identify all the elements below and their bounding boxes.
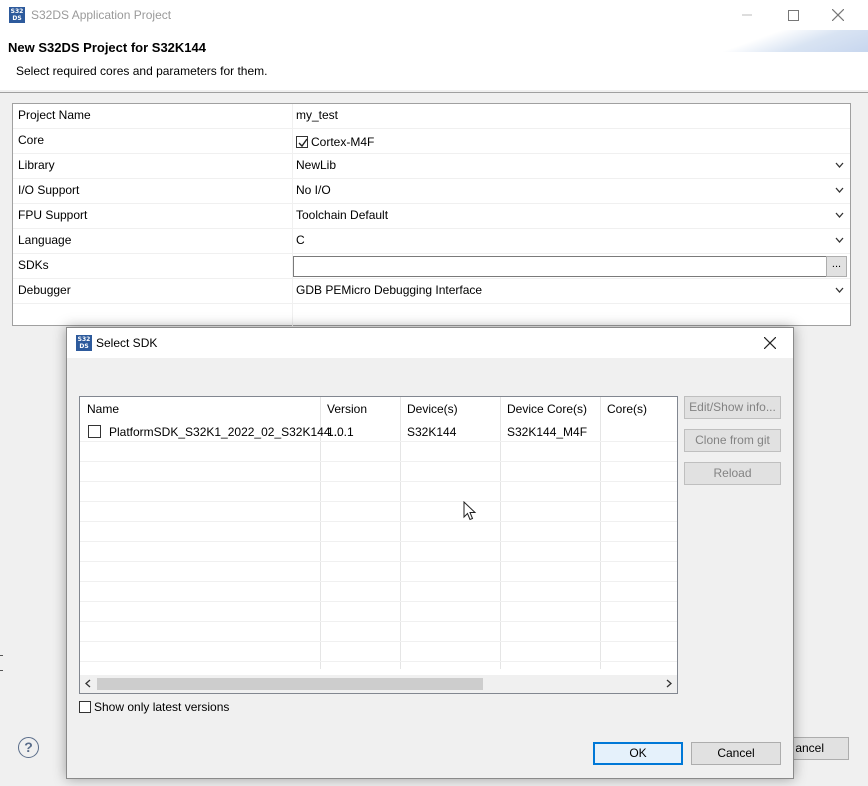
wizard-title: New S32DS Project for S32K144 (8, 40, 206, 55)
property-label: I/O Support (18, 183, 80, 197)
close-button[interactable] (815, 0, 861, 30)
cancel-button[interactable]: Cancel (691, 742, 781, 765)
sdk-version-cell: 1.0.1 (327, 425, 354, 439)
sdk-table[interactable]: Name Version Device(s) Device Core(s) Co… (79, 396, 678, 694)
wizard-subtitle: Select required cores and parameters for… (16, 64, 268, 78)
column-header-cores[interactable]: Core(s) (607, 402, 647, 416)
property-row-io-support[interactable]: I/O Support No I/O (13, 179, 850, 204)
project-properties-table: Project Name my_test Core Cortex-M4F Lib… (12, 103, 851, 329)
minimize-icon (742, 14, 752, 16)
property-row-fpu-support[interactable]: FPU Support Toolchain Default (13, 204, 850, 229)
io-support-select[interactable]: No I/O (296, 183, 331, 197)
sdk-name-cell: PlatformSDK_S32K1_2022_02_S32K144... (109, 425, 341, 439)
show-latest-checkbox[interactable] (79, 701, 91, 713)
chevron-down-icon[interactable] (835, 287, 844, 293)
property-row-debugger[interactable]: Debugger GDB PEMicro Debugging Interface (13, 279, 850, 304)
core-checkbox-box[interactable] (296, 136, 308, 148)
clone-from-git-button[interactable]: Clone from git (684, 429, 781, 452)
window-titlebar: S32 DS S32DS Application Project (0, 0, 868, 30)
project-name-value[interactable]: my_test (296, 108, 338, 122)
maximize-icon (787, 9, 799, 21)
core-checkbox[interactable]: Cortex-M4F (296, 135, 374, 149)
select-sdk-dialog: S32 DS Select SDK Name Version Device(s)… (66, 327, 794, 779)
help-icon[interactable]: ? (18, 737, 39, 758)
dialog-title: Select SDK (96, 336, 158, 350)
header-banner-art (718, 30, 868, 52)
close-icon (764, 337, 776, 349)
property-row-sdks[interactable]: SDKs ... (13, 254, 850, 279)
chevron-down-icon[interactable] (835, 162, 844, 168)
scroll-left-icon[interactable] (85, 679, 91, 688)
chevron-down-icon[interactable] (835, 237, 844, 243)
s32ds-logo-icon: S32 DS (76, 335, 92, 351)
show-latest-label[interactable]: Show only latest versions (94, 700, 229, 714)
sdk-device-cores-cell: S32K144_M4F (507, 425, 588, 439)
chevron-down-icon[interactable] (835, 212, 844, 218)
dialog-close-button[interactable] (747, 328, 793, 358)
column-header-devices[interactable]: Device(s) (407, 402, 458, 416)
dialog-titlebar: S32 DS Select SDK (67, 328, 793, 358)
chevron-down-icon[interactable] (835, 187, 844, 193)
core-label: Cortex-M4F (311, 135, 375, 149)
edge-tick (0, 670, 3, 671)
library-select[interactable]: NewLib (296, 158, 336, 172)
property-label: FPU Support (18, 208, 88, 222)
debugger-select[interactable]: GDB PEMicro Debugging Interface (296, 283, 482, 297)
property-row-core[interactable]: Core Cortex-M4F (13, 129, 850, 154)
property-row-project-name[interactable]: Project Name my_test (13, 104, 850, 129)
close-icon (832, 9, 844, 21)
property-row-library[interactable]: Library NewLib (13, 154, 850, 179)
ok-button[interactable]: OK (593, 742, 683, 765)
edge-tick (0, 655, 3, 656)
property-label: SDKs (18, 258, 49, 272)
sdks-field[interactable] (293, 256, 827, 277)
fpu-support-select[interactable]: Toolchain Default (296, 208, 388, 222)
edit-show-info-button[interactable]: Edit/Show info... (684, 396, 781, 419)
scroll-right-icon[interactable] (666, 679, 672, 688)
minimize-button[interactable] (724, 0, 770, 30)
horizontal-scrollbar[interactable] (80, 675, 677, 693)
column-header-device-cores[interactable]: Device Core(s) (507, 402, 587, 416)
property-row-language[interactable]: Language C (13, 229, 850, 254)
s32ds-logo-icon: S32 DS (9, 7, 25, 23)
property-label: Debugger (18, 283, 71, 297)
property-label: Project Name (18, 108, 91, 122)
sdk-browse-button[interactable]: ... (826, 256, 847, 277)
language-select[interactable]: C (296, 233, 305, 247)
property-row-empty (13, 304, 850, 329)
sdk-devices-cell: S32K144 (407, 425, 457, 439)
header-separator (0, 92, 868, 93)
maximize-button[interactable] (770, 0, 816, 30)
reload-button[interactable]: Reload (684, 462, 781, 485)
mouse-cursor-icon (463, 501, 477, 521)
sdk-row-checkbox[interactable] (88, 425, 101, 438)
property-label: Library (18, 158, 55, 172)
checkmark-icon (298, 138, 308, 148)
column-header-version[interactable]: Version (327, 402, 367, 416)
column-header-name[interactable]: Name (87, 402, 119, 416)
wizard-header: New S32DS Project for S32K144 Select req… (0, 30, 868, 90)
sdk-table-header: Name Version Device(s) Device Core(s) Co… (80, 397, 677, 421)
window-title: S32DS Application Project (31, 8, 172, 22)
scrollbar-thumb[interactable] (97, 678, 483, 690)
property-label: Core (18, 133, 45, 147)
property-label: Language (18, 233, 72, 247)
